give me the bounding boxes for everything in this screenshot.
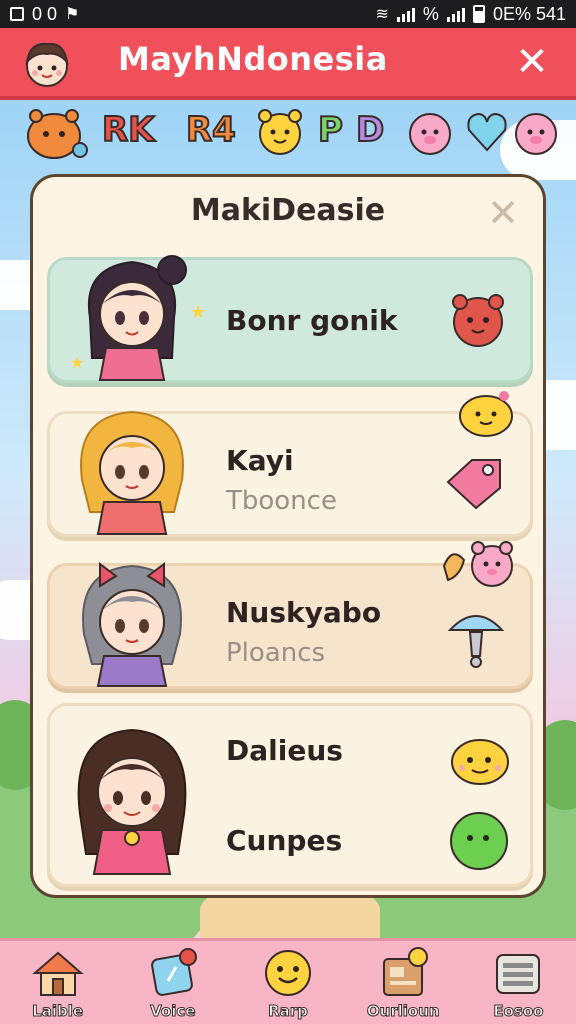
nav-label-rarp: Rarp <box>268 1002 309 1021</box>
sticker-text-1: RK <box>101 109 156 151</box>
character-subtitle-3: Ploancs <box>226 638 326 668</box>
character-subtitle-4: Cunpes <box>226 824 343 857</box>
nav-item-laible[interactable]: Laible <box>0 941 115 1024</box>
character-avatar-3 <box>82 562 182 687</box>
character-avatar-1: ★ ★ <box>70 255 206 381</box>
map-pin-icon <box>150 948 197 996</box>
character-card-2[interactable]: Kayi Tboonce <box>47 391 533 537</box>
nav-item-eosoo[interactable]: Eosoo <box>461 941 576 1024</box>
house-icon <box>31 951 84 996</box>
character-name-4: Dalieus <box>226 734 343 767</box>
smiley-icon <box>265 950 311 996</box>
orange-creature-icon <box>27 109 88 159</box>
pink-tag-icon <box>446 459 501 510</box>
screenshot-icon <box>10 7 24 21</box>
status-left-text: 0 0 <box>32 3 58 24</box>
pink-pig-icon-2 <box>515 113 557 155</box>
app-header: MayhNdonesia ✕ <box>0 28 576 100</box>
svg-text:★: ★ <box>190 302 206 323</box>
character-subtitle-2: Tboonce <box>226 486 337 516</box>
bear-face-icon <box>452 294 504 347</box>
sticker-text-4: D <box>355 109 385 151</box>
yellow-creature-icon <box>459 391 513 437</box>
nav-label-ourlioun: Ourlioun <box>366 1002 440 1021</box>
stack-icon <box>496 954 541 994</box>
panel-title: MakiDeasie <box>190 193 386 228</box>
status-bar: 0 0 ⚑ ≋ % 0E% 541 <box>0 0 576 28</box>
heart-icon <box>467 112 507 152</box>
yellow-blob-icon <box>451 739 509 785</box>
nav-item-rarp[interactable]: Rarp <box>230 941 345 1024</box>
character-name-2: Kayi <box>226 444 294 477</box>
green-ball-icon <box>450 812 508 870</box>
status-text-1: % <box>422 3 439 24</box>
character-card-1[interactable]: ★ ★ Bonr gonik <box>47 255 533 383</box>
character-select-panel: MakiDeasie ✕ ★ ★ Bonr gonik Kayi Tboonce… <box>30 174 546 898</box>
nav-item-ourlioun[interactable]: Ourlioun <box>346 941 461 1024</box>
ice-cream-icon <box>447 615 505 668</box>
character-card-3[interactable]: Nuskyabo Ploancs <box>47 541 533 689</box>
character-avatar-2 <box>80 410 184 535</box>
nav-label-eosoo: Eosoo <box>493 1002 544 1021</box>
pink-bear-icon <box>442 541 513 587</box>
notebook-icon <box>383 947 429 996</box>
nav-label-laible: Laible <box>32 1002 84 1021</box>
status-text-2: 0E% 541 <box>492 3 566 24</box>
nav-label-voice: Voice <box>150 1002 196 1021</box>
notification-icon: ⚑ <box>65 6 80 23</box>
pink-pig-icon <box>409 113 451 155</box>
sticker-text-2: R4 <box>185 109 237 151</box>
character-name-1: Bonr gonik <box>226 304 398 337</box>
wifi-icon: ≋ <box>375 6 389 23</box>
panel-close-icon[interactable]: ✕ <box>483 193 523 233</box>
svg-text:★: ★ <box>70 353 84 372</box>
signal-icon-2 <box>446 6 465 22</box>
close-icon[interactable]: ✕ <box>510 40 554 84</box>
signal-icon <box>396 6 415 22</box>
character-name-3: Nuskyabo <box>226 596 382 629</box>
battery-icon <box>472 5 485 23</box>
yellow-bear-icon <box>258 109 302 155</box>
bottom-nav: Laible Voice Rarp Ourlioun Eosoo <box>0 938 576 1024</box>
character-card-4[interactable]: Dalieus Cunpes <box>47 703 533 887</box>
profile-avatar-icon[interactable] <box>18 34 76 92</box>
app-title: MayhNdonesia <box>118 40 388 78</box>
sticker-text-3: P <box>317 109 344 151</box>
sticker-row: RK R4 P D <box>22 104 562 166</box>
nav-item-voice[interactable]: Voice <box>115 941 230 1024</box>
character-avatar-4 <box>77 728 187 875</box>
